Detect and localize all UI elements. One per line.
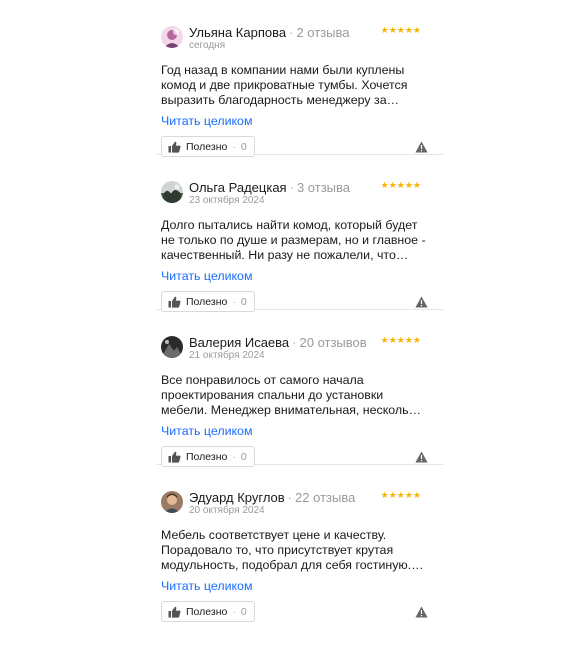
review-date: 21 октября 2024: [189, 350, 265, 361]
thumbs-up-icon: [168, 451, 181, 463]
helpful-count: 0: [240, 140, 247, 153]
read-more-link[interactable]: Читать целиком: [161, 114, 252, 129]
review-date: сегодня: [189, 40, 226, 51]
helpful-count: 0: [240, 605, 247, 618]
author-review-count: 22 отзыва: [295, 490, 356, 505]
review-text: Мебель соответствует цене и качеству. По…: [161, 528, 424, 573]
thumbs-up-icon: [168, 296, 181, 308]
review-date: 23 октября 2024: [189, 195, 265, 206]
helpful-label: Полезно: [186, 605, 228, 618]
avatar[interactable]: [161, 26, 183, 48]
author-review-count: 3 отзыва: [296, 180, 350, 195]
author-line: Ульяна Карпова · 2 отзыва: [189, 25, 350, 40]
report-button[interactable]: [415, 296, 428, 308]
helpful-button[interactable]: Полезно · 0: [161, 446, 255, 467]
read-more-link[interactable]: Читать целиком: [161, 269, 252, 284]
thumbs-up-icon: [168, 141, 181, 153]
helpful-label: Полезно: [186, 140, 228, 153]
report-button[interactable]: [415, 606, 428, 618]
rating-stars: ★★★★★: [380, 25, 421, 35]
read-more-link[interactable]: Читать целиком: [161, 424, 252, 439]
avatar[interactable]: [161, 181, 183, 203]
author-name[interactable]: Ольга Радецкая: [189, 180, 287, 195]
review-text: Все понравилось от самого начала проекти…: [161, 373, 421, 418]
reviews-feed: Ульяна Карпова · 2 отзыва сегодня ★★★★★ Го…: [157, 0, 443, 622]
warning-icon: [415, 141, 428, 153]
review-text: Долго пытались найти комод, который буде…: [161, 218, 426, 263]
warning-icon: [415, 296, 428, 308]
author-review-count: 2 отзыва: [296, 25, 350, 40]
helpful-button[interactable]: Полезно · 0: [161, 291, 255, 312]
review-card: Ольга Радецкая · 3 отзыва 23 октября 2024 …: [157, 155, 443, 312]
read-more-link[interactable]: Читать целиком: [161, 579, 252, 594]
avatar[interactable]: [161, 336, 183, 358]
author-name[interactable]: Валерия Исаева: [189, 335, 289, 350]
review-card: Эдуард Круглов · 22 отзыва 20 октября 2024…: [157, 465, 443, 622]
author-name[interactable]: Ульяна Карпова: [189, 25, 286, 40]
helpful-count: 0: [240, 450, 247, 463]
helpful-count: 0: [240, 295, 247, 308]
avatar-dark-photo-icon: [161, 336, 183, 358]
avatar-man-photo-icon: [161, 491, 183, 513]
thumbs-up-icon: [168, 606, 181, 618]
avatar-pink-photo-icon: [161, 26, 183, 48]
helpful-button[interactable]: Полезно · 0: [161, 136, 255, 157]
review-card: Валерия Исаева · 20 отзывов 21 октября 202…: [157, 310, 443, 467]
author-review-count: 20 отзывов: [299, 335, 367, 350]
helpful-label: Полезно: [186, 450, 228, 463]
avatar[interactable]: [161, 491, 183, 513]
avatar-landscape-photo-icon: [161, 181, 183, 203]
review-card: Ульяна Карпова · 2 отзыва сегодня ★★★★★ Го…: [157, 0, 443, 157]
author-line: Эдуард Круглов · 22 отзыва: [189, 490, 356, 505]
author-line: Валерия Исаева · 20 отзывов: [189, 335, 367, 350]
report-button[interactable]: [415, 451, 428, 463]
review-text: Год назад в компании нами были куплены к…: [161, 63, 408, 108]
warning-icon: [415, 451, 428, 463]
warning-icon: [415, 606, 428, 618]
rating-stars: ★★★★★: [380, 335, 421, 345]
helpful-button[interactable]: Полезно · 0: [161, 601, 255, 622]
helpful-label: Полезно: [186, 295, 228, 308]
author-line: Ольга Радецкая · 3 отзыва: [189, 180, 350, 195]
report-button[interactable]: [415, 141, 428, 153]
review-date: 20 октября 2024: [189, 505, 265, 516]
rating-stars: ★★★★★: [380, 180, 421, 190]
rating-stars: ★★★★★: [380, 490, 421, 500]
author-name[interactable]: Эдуард Круглов: [189, 490, 285, 505]
